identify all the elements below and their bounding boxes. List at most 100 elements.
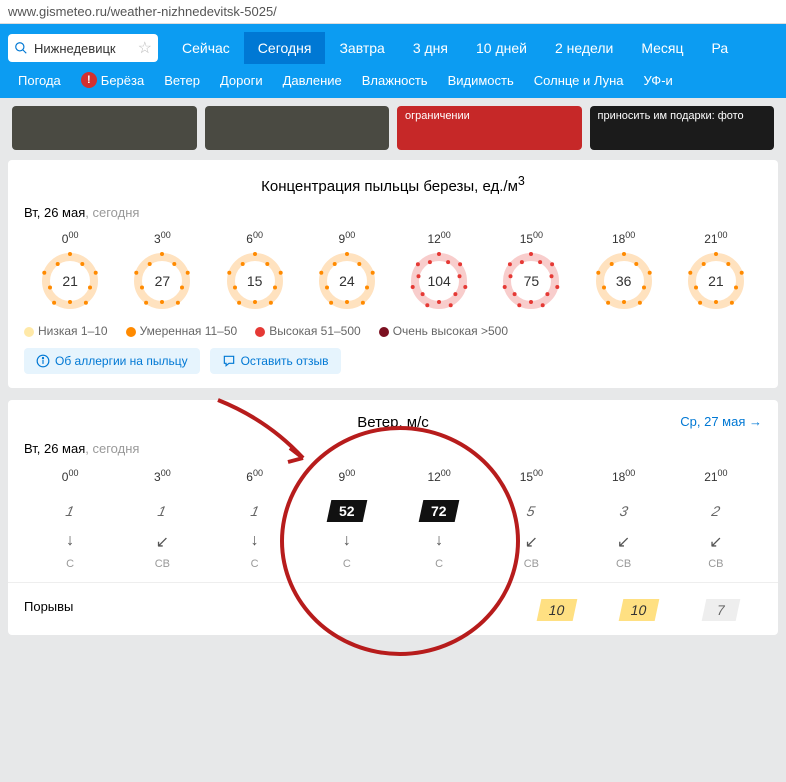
hour-label: 000: [24, 230, 116, 246]
wind-dir-cell: С: [24, 556, 116, 572]
wind-hour-label: 2100: [670, 466, 762, 492]
wind-dir-cell: СВ: [116, 556, 208, 572]
wind-direction-label: СВ: [485, 558, 577, 570]
news-card[interactable]: [205, 106, 390, 150]
legend-item: Умеренная 11–50: [126, 324, 238, 338]
subtab-3[interactable]: Дороги: [210, 68, 273, 92]
leave-review-button[interactable]: Оставить отзыв: [210, 348, 341, 374]
wind-dir-cell: СВ: [578, 556, 670, 572]
pollen-panel: Концентрация пыльцы березы, ед./м3 Вт, 2…: [8, 160, 778, 388]
subtab-5[interactable]: Влажность: [352, 68, 438, 92]
wind-arrow-cell: ↓: [393, 524, 485, 556]
news-card[interactable]: ограничении: [397, 106, 582, 150]
wind-dir-cell: С: [301, 556, 393, 572]
hour-label: 1800: [578, 230, 670, 246]
gust-value: 7: [702, 599, 741, 621]
wind-value: 2: [697, 500, 736, 522]
wind-direction-arrow-icon: ↙: [116, 532, 208, 552]
pollen-date: Вт, 26 мая, сегодня: [24, 205, 762, 220]
wind-value: 72: [419, 500, 459, 522]
wind-direction-label: С: [209, 558, 301, 570]
hour-label: 600: [209, 230, 301, 246]
news-card[interactable]: [12, 106, 197, 150]
wind-hour-label: 600: [209, 466, 301, 492]
tab-сейчас[interactable]: Сейчас: [168, 32, 244, 64]
hour-label: 1500: [485, 230, 577, 246]
gust-value: 10: [536, 599, 576, 621]
wind-value-cell: 72: [393, 498, 485, 524]
wind-hour-label: 1800: [578, 466, 670, 492]
url-text: www.gismeteo.ru/weather-nizhnedevitsk-50…: [8, 4, 277, 19]
legend-item: Высокая 51–500: [255, 324, 361, 338]
chat-icon: [222, 354, 236, 368]
wind-value: 5: [512, 500, 551, 522]
hour-label: 900: [301, 230, 393, 246]
tab-завтра[interactable]: Завтра: [325, 32, 398, 64]
gusts-label: Порывы: [24, 593, 104, 621]
legend-item: Очень высокая >500: [379, 324, 508, 338]
wind-value-cell: 1: [209, 498, 301, 524]
search-input[interactable]: [34, 41, 124, 56]
wind-value: 1: [235, 500, 274, 522]
pollen-value: 75: [524, 273, 540, 289]
hour-label: 300: [116, 230, 208, 246]
tab-10 дней[interactable]: 10 дней: [462, 32, 541, 64]
tab-3 дня[interactable]: 3 дня: [399, 32, 462, 64]
wind-value-cell: 3: [578, 498, 670, 524]
pollen-circle: 36: [595, 252, 653, 310]
wind-value-cell: 1: [116, 498, 208, 524]
tab-2 недели[interactable]: 2 недели: [541, 32, 627, 64]
gust-value: 10: [618, 599, 658, 621]
legend-item: Низкая 1–10: [24, 324, 108, 338]
pollen-circle: 27: [133, 252, 191, 310]
hour-label: 1200: [393, 230, 485, 246]
gust-cell: 7: [680, 599, 762, 621]
allergy-info-button[interactable]: Об аллергии на пыльцу: [24, 348, 200, 374]
wind-direction-arrow-icon: ↓: [209, 532, 301, 550]
pollen-hour-cell: 90024: [301, 230, 393, 310]
wind-value: 1: [51, 500, 90, 522]
subtab-2[interactable]: Ветер: [154, 68, 210, 92]
tab-месяц[interactable]: Месяц: [627, 32, 697, 64]
nav-row-primary: ☆ СейчасСегодняЗавтра3 дня10 дней2 недел…: [8, 32, 778, 64]
next-day-link[interactable]: Ср, 27 мая →: [680, 414, 762, 429]
wind-arrow-cell: ↓: [209, 524, 301, 556]
subtab-8[interactable]: УФ-и: [633, 68, 682, 92]
pollen-circle: 75: [502, 252, 560, 310]
wind-value: 1: [143, 500, 182, 522]
subtab-1[interactable]: !Берёза: [71, 68, 154, 92]
subtab-7[interactable]: Солнце и Луна: [524, 68, 634, 92]
wind-direction-arrow-icon: ↓: [24, 532, 116, 550]
subtab-0[interactable]: Погода: [8, 68, 71, 92]
tab-сегодня[interactable]: Сегодня: [244, 32, 326, 64]
pollen-circle: 21: [687, 252, 745, 310]
wind-direction-label: СВ: [670, 558, 762, 570]
wind-value: 52: [327, 500, 367, 522]
address-bar[interactable]: www.gismeteo.ru/weather-nizhnedevitsk-50…: [0, 0, 786, 24]
pollen-value: 21: [62, 273, 78, 289]
wind-arrow-cell: ↙: [116, 524, 208, 556]
wind-value-cell: 5: [485, 498, 577, 524]
wind-direction-arrow-icon: ↙: [485, 532, 577, 552]
gust-cell: [104, 599, 186, 621]
nav-row-secondary: Погода!БерёзаВетерДорогиДавлениеВлажност…: [8, 64, 778, 98]
pollen-value: 21: [708, 273, 724, 289]
pollen-hour-cell: 1500 75: [485, 230, 577, 310]
pollen-hour-cell: 000 21: [24, 230, 116, 310]
wind-value-cell: 2: [670, 498, 762, 524]
tab-ра[interactable]: Ра: [698, 32, 743, 64]
wind-value-cell: 52: [301, 498, 393, 524]
wind-direction-arrow-icon: ↙: [670, 532, 762, 552]
page-content: ограниченииприносить им подарки: фото Ко…: [0, 98, 786, 655]
subtab-6[interactable]: Видимость: [438, 68, 524, 92]
pollen-hour-cell: 60015: [209, 230, 301, 310]
pollen-hour-cell: 1800 36: [578, 230, 670, 310]
pollen-circle: 21: [41, 252, 99, 310]
wind-direction-label: С: [393, 558, 485, 570]
location-search[interactable]: ☆: [8, 34, 158, 62]
favorite-star-icon[interactable]: ☆: [138, 38, 152, 58]
subtab-4[interactable]: Давление: [273, 68, 352, 92]
wind-arrow-cell: ↙: [578, 524, 670, 556]
pollen-value: 104: [427, 273, 450, 289]
news-card[interactable]: приносить им подарки: фото: [590, 106, 775, 150]
